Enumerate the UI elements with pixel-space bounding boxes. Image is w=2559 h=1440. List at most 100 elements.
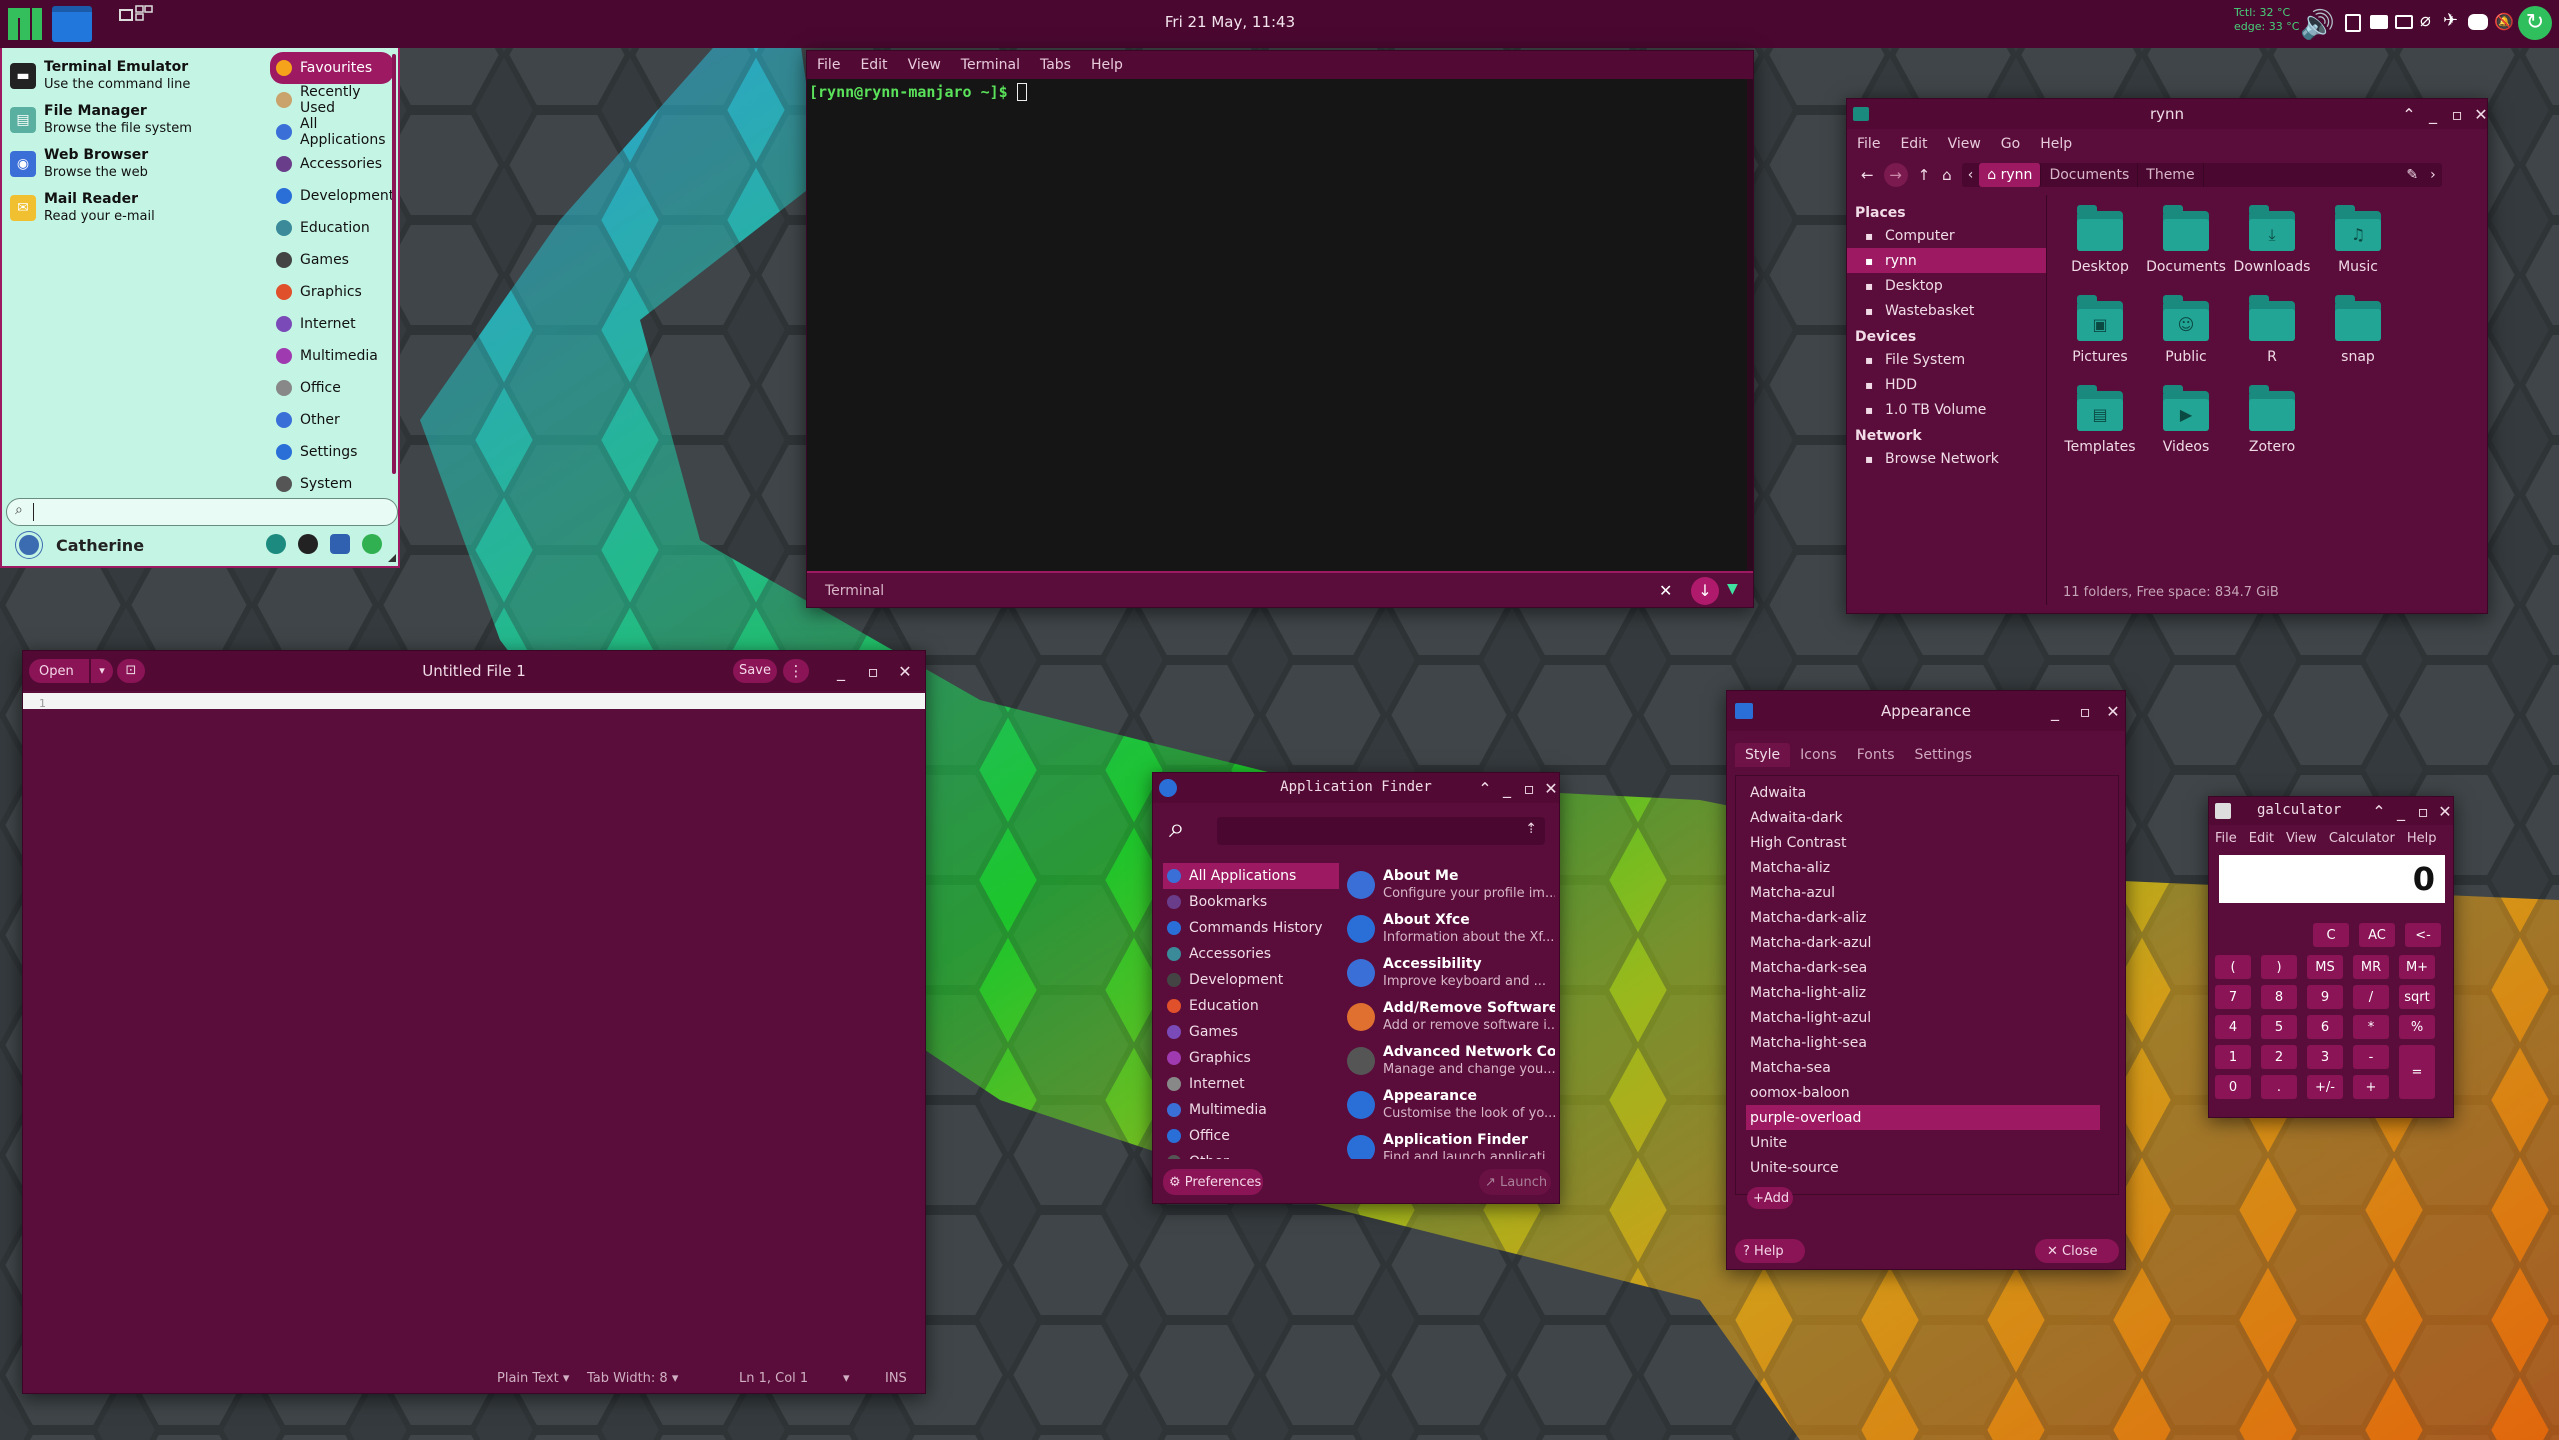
calc-key[interactable]: *: [2353, 1015, 2389, 1039]
cursor-position[interactable]: Ln 1, Col 1: [739, 1371, 808, 1386]
back-icon[interactable]: ←: [1861, 166, 1874, 184]
theme-item[interactable]: oomox-baloon: [1746, 1080, 2100, 1105]
side-pane-item[interactable]: ▪ Desktop: [1847, 273, 2046, 298]
user-avatar[interactable]: [16, 532, 42, 558]
calc-key[interactable]: 1: [2215, 1045, 2251, 1069]
paperclip-icon[interactable]: ⌀: [2420, 10, 2431, 31]
menu-edit[interactable]: Edit: [1890, 136, 1937, 152]
notification-icon[interactable]: 🔕: [2494, 12, 2514, 31]
tab-icons[interactable]: Icons: [1790, 743, 1847, 767]
calc-key[interactable]: AC: [2359, 923, 2395, 947]
insert-mode[interactable]: INS: [885, 1371, 907, 1386]
desktop-icon[interactable]: [52, 6, 92, 42]
shade-button[interactable]: ⌃: [2397, 99, 2421, 129]
add-theme-button[interactable]: + Add: [1747, 1187, 1793, 1209]
minimize-button[interactable]: _: [1495, 773, 1519, 803]
menu-file[interactable]: File: [1847, 136, 1890, 152]
tab-fonts[interactable]: Fonts: [1847, 743, 1905, 767]
app-finder-app[interactable]: Advanced Network Co... Manage and change …: [1345, 1039, 1555, 1083]
calc-key[interactable]: 9: [2307, 985, 2343, 1009]
menu-tabs[interactable]: Tabs: [1030, 57, 1081, 73]
edit-path-icon[interactable]: ✎: [2400, 167, 2424, 183]
favourite-item[interactable]: ▬ Terminal Emulator Use the command line: [6, 54, 266, 98]
calc-key[interactable]: 0: [2215, 1075, 2251, 1099]
launch-button[interactable]: ↗ Launch: [1479, 1169, 1551, 1195]
logout-icon[interactable]: [362, 534, 382, 554]
preferences-button[interactable]: ⚙ Preferences: [1163, 1169, 1263, 1195]
favourite-item[interactable]: ▤ File Manager Browse the file system: [6, 98, 266, 142]
menu-icon[interactable]: ⋮: [783, 659, 809, 683]
menu-file[interactable]: File: [807, 57, 850, 73]
theme-item[interactable]: Matcha-light-azul: [1746, 1005, 2100, 1030]
path-segment[interactable]: Theme: [2138, 163, 2204, 187]
menu-view[interactable]: View: [898, 57, 951, 73]
calc-key[interactable]: .: [2261, 1075, 2297, 1099]
category-office[interactable]: Office: [270, 372, 394, 404]
close-button[interactable]: ✕: [2469, 99, 2487, 129]
menu-search-input[interactable]: [33, 503, 34, 521]
path-left-icon[interactable]: ‹: [1962, 167, 1980, 183]
app-finder-category[interactable]: Office: [1163, 1123, 1339, 1149]
side-pane-item[interactable]: ▪ Browse Network: [1847, 446, 2046, 471]
manjaro-logo-icon[interactable]: [4, 4, 44, 44]
app-finder-app[interactable]: Accessibility Improve keyboard and ...: [1345, 951, 1555, 995]
category-all-applications[interactable]: All Applications: [270, 116, 394, 148]
expand-icon[interactable]: ⇡: [1525, 821, 1537, 837]
syntax-selector[interactable]: Plain Text ▾: [497, 1371, 569, 1386]
calc-key[interactable]: 3: [2307, 1045, 2343, 1069]
maximize-button[interactable]: ▫: [2073, 691, 2097, 731]
app-finder-app[interactable]: About Xfce Information about the Xf...: [1345, 907, 1555, 951]
calc-key[interactable]: 2: [2261, 1045, 2297, 1069]
folder-item[interactable]: ▣ Pictures: [2057, 295, 2143, 365]
minimize-button[interactable]: _: [829, 651, 853, 691]
terminal-scrollbar[interactable]: [1747, 79, 1753, 607]
theme-item[interactable]: Adwaita-dark: [1746, 805, 2100, 830]
category-system[interactable]: System: [270, 468, 394, 492]
calc-key[interactable]: 4: [2215, 1015, 2251, 1039]
calc-key[interactable]: /: [2353, 985, 2389, 1009]
app-finder-category[interactable]: Accessories: [1163, 941, 1339, 967]
resize-grip-icon[interactable]: [388, 554, 396, 562]
volume-icon[interactable]: 🔊: [2300, 8, 2335, 41]
category-development[interactable]: Development: [270, 180, 394, 212]
path-segment[interactable]: ⌂ rynn: [1979, 163, 2042, 187]
discord-icon[interactable]: [2468, 14, 2488, 30]
folder-item[interactable]: Desktop: [2057, 205, 2143, 275]
calc-key[interactable]: +: [2353, 1075, 2389, 1099]
maximize-button[interactable]: ▫: [2445, 99, 2469, 129]
theme-item[interactable]: High Contrast: [1746, 830, 2100, 855]
menu-help[interactable]: Help: [2030, 136, 2082, 152]
app-finder-category[interactable]: Commands History: [1163, 915, 1339, 941]
close-button[interactable]: ✕: [2101, 691, 2125, 731]
menu-help[interactable]: Help: [1081, 57, 1133, 73]
category-multimedia[interactable]: Multimedia: [270, 340, 394, 372]
up-icon[interactable]: ↑: [1918, 166, 1931, 184]
app-finder-app[interactable]: About Me Configure your profile im...: [1345, 863, 1555, 907]
folder-item[interactable]: Documents: [2143, 205, 2229, 275]
calc-key[interactable]: 6: [2307, 1015, 2343, 1039]
theme-item[interactable]: purple-overload: [1746, 1105, 2100, 1130]
category-internet[interactable]: Internet: [270, 308, 394, 340]
calc-key[interactable]: (: [2215, 955, 2251, 979]
category-other[interactable]: Other: [270, 404, 394, 436]
app-finder-category[interactable]: Games: [1163, 1019, 1339, 1045]
app-finder-category[interactable]: Development: [1163, 967, 1339, 993]
save-button[interactable]: Save: [733, 659, 777, 683]
tab-style[interactable]: Style: [1735, 743, 1791, 767]
theme-item[interactable]: Matcha-aliz: [1746, 855, 2100, 880]
folder-item[interactable]: ▶ Videos: [2143, 385, 2229, 455]
menu-go[interactable]: Go: [1991, 136, 2030, 152]
side-pane-item[interactable]: ▪ rynn: [1847, 248, 2046, 273]
app-finder-category[interactable]: Education: [1163, 993, 1339, 1019]
app-finder-category[interactable]: Internet: [1163, 1071, 1339, 1097]
pin-icon[interactable]: ▼: [1727, 581, 1738, 597]
category-games[interactable]: Games: [270, 244, 394, 276]
folder-item[interactable]: R: [2229, 295, 2315, 365]
editor-current-line[interactable]: 1: [23, 693, 925, 710]
folder-item[interactable]: ♫ Music: [2315, 205, 2401, 275]
tab-width-selector[interactable]: Tab Width: 8 ▾: [587, 1371, 678, 1386]
display-icon[interactable]: [2395, 15, 2413, 29]
terminal-output[interactable]: [rynn@rynn-manjaro ~]$: [807, 79, 1747, 607]
app-finder-app[interactable]: Appearance Customise the look of yo...: [1345, 1083, 1555, 1127]
editor-text-area[interactable]: [23, 709, 925, 1361]
